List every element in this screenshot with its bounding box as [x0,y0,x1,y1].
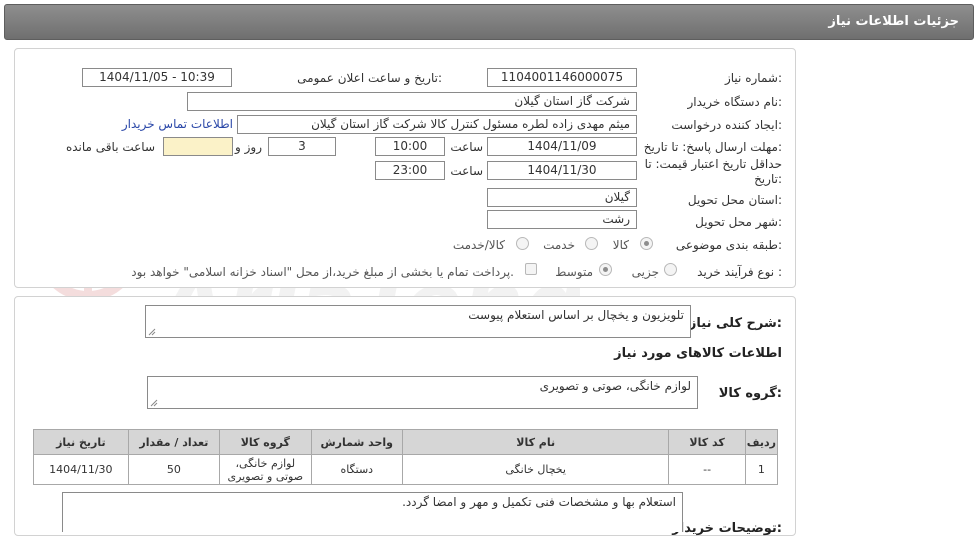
process-radio-minor[interactable] [664,263,677,276]
treasury-payment-note: پرداخت تمام یا بخشی از مبلغ خرید،از محل … [131,265,514,279]
cell-row: 1 [744,454,779,485]
buyer-notes-label: توضیحات خریدار: [672,521,782,536]
validity-label-line2: تاریخ: [754,172,782,186]
validity-label-line1: حداقل تاریخ اعتبار قیمت: تا [644,157,782,171]
buyer-field: شرکت گاز استان گیلان [187,92,637,111]
category-radio-goods[interactable] [640,237,653,250]
deadline-date-field: 1404/11/09 [487,137,637,156]
cell-code: -- [668,454,746,485]
col-date: تاریخ نیاز [33,429,129,455]
remaining-hours-field [163,137,233,156]
resize-grip-icon[interactable] [150,399,158,407]
cell-group-line1: لوازم خانگی، [235,456,296,470]
col-qty: تعداد / مقدار [127,429,221,455]
goods-group-textarea[interactable]: لوازم خانگی، صوتی و تصویری [147,376,698,409]
goods-group-text: لوازم خانگی، صوتی و تصویری [539,379,691,393]
description-text: تلویزیون و یخچال بر اساس استعلام پیوست [468,308,684,322]
cell-group: لوازم خانگی، صوتی و تصویری [219,454,312,485]
page-title: جزئیات اطلاعات نیاز [828,14,959,29]
need-number-field: 1104001146000075 [487,68,637,87]
need-number-label: شماره نیاز: [724,71,782,85]
col-name: نام کالا [401,429,670,455]
description-label: شرح کلی نیاز: [688,316,782,331]
title-bar: جزئیات اطلاعات نیاز [4,4,974,40]
table-row: 1 -- یخچال خانگی دستگاه لوازم خانگی، صوتی… [33,454,779,485]
deadline-time-field: 10:00 [375,137,445,156]
cell-unit: دستگاه [310,454,403,485]
announce-field: 1404/11/05 - 10:39 [82,68,232,87]
goods-group-label: گروه کالا: [718,386,782,401]
category-option-service: خدمت [543,238,575,252]
col-row: ردیف [744,429,779,455]
validity-date-field: 1404/11/30 [487,161,637,180]
description-textarea[interactable]: تلویزیون و یخچال بر اساس استعلام پیوست [145,305,691,338]
creator-field: میثم مهدی زاده لطره مسئول کنترل کالا شرک… [237,115,637,134]
treasury-payment-checkbox[interactable] [525,263,537,275]
city-label: شهر محل تحویل: [695,215,782,229]
city-field: رشت [487,210,637,229]
category-option-goods: کالا [612,238,629,252]
cell-date: 1404/11/30 [33,454,129,485]
province-label: استان محل تحویل: [687,193,782,207]
goods-table-header: ردیف کد کالا نام کالا واحد شمارش گروه کا… [33,429,779,455]
process-radio-medium[interactable] [599,263,612,276]
buyer-notes-textarea[interactable]: استعلام بها و مشخصات فنی تکمیل و مهر و ا… [62,492,683,532]
validity-time-field: 23:00 [375,161,445,180]
category-radio-service[interactable] [585,237,598,250]
process-option-medium: متوسط [555,265,593,279]
category-label: طبقه بندی موضوعی: [675,238,782,252]
days-field: 3 [268,137,336,156]
cell-name: یخچال خانگی [401,454,670,485]
col-code: کد کالا [668,429,746,455]
announce-label: تاریخ و ساعت اعلان عمومی: [297,71,442,85]
days-label: روز و [235,140,262,154]
remaining-label: ساعت باقی مانده [65,140,155,154]
cell-qty: 50 [127,454,221,485]
creator-label: ایجاد کننده درخواست: [671,118,782,132]
col-group: گروه کالا [219,429,312,455]
goods-table: ردیف کد کالا نام کالا واحد شمارش گروه کا… [33,429,779,485]
category-radio-goods-service[interactable] [516,237,529,250]
deadline-label: مهلت ارسال پاسخ: تا تاریخ: [643,140,782,154]
col-unit: واحد شمارش [310,429,403,455]
deadline-time-label: ساعت [450,140,483,154]
process-option-minor: جزیی [631,265,659,279]
buyer-notes-text: استعلام بها و مشخصات فنی تکمیل و مهر و ا… [402,495,676,509]
buyer-label: نام دستگاه خریدار: [687,95,783,109]
goods-info-title: اطلاعات کالاهای مورد نیاز [614,346,782,361]
category-option-goods-service: کالا/خدمت [452,238,505,252]
resize-grip-icon[interactable] [148,328,156,336]
validity-time-label: ساعت [450,164,483,178]
province-field: گیلان [487,188,637,207]
process-label: نوع فرآیند خرید : [697,265,782,279]
buyer-contact-link[interactable]: اطلاعات تماس خریدار [122,117,233,131]
cell-group-line2: صوتی و تصویری [227,469,304,483]
